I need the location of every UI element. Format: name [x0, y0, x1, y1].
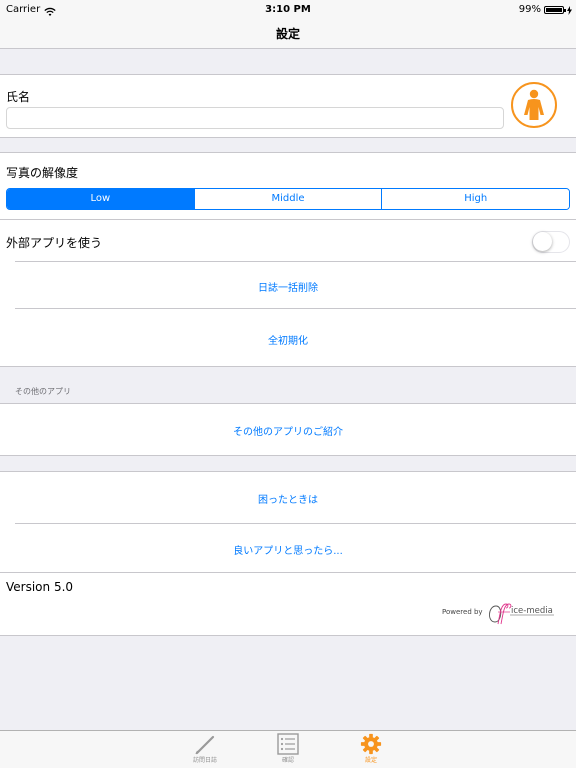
- photo-settings-section: 写真の解像度 Low Middle High 外部アプリを使う 日誌一括削除 全…: [0, 152, 576, 367]
- tab-settings[interactable]: 設定: [351, 733, 391, 764]
- version-label: Version 5.0: [6, 580, 74, 594]
- divider: [15, 308, 576, 309]
- resolution-segmented-control: Low Middle High: [6, 188, 570, 210]
- other-apps-intro-button[interactable]: その他のアプリのご紹介: [0, 423, 576, 438]
- tab-confirm[interactable]: 確認: [268, 733, 308, 764]
- divider: [15, 261, 576, 262]
- status-right: 99%: [519, 0, 572, 20]
- review-app-button[interactable]: 良いアプリと思ったら...: [0, 542, 576, 557]
- toggle-knob: [533, 232, 552, 251]
- divider: [0, 219, 576, 220]
- name-section: 氏名: [0, 74, 576, 138]
- trouble-help-button[interactable]: 困ったときは: [0, 491, 576, 506]
- tab-bar: 訪問日誌 確認 設定: [0, 730, 576, 768]
- delete-all-logs-button[interactable]: 日誌一括削除: [0, 279, 576, 294]
- powered-by-logo: Powered by ice-media: [442, 600, 562, 628]
- status-bar: Carrier 3:10 PM 99%: [0, 0, 576, 20]
- svg-text:ice-media: ice-media: [511, 606, 553, 616]
- battery-icon: [544, 6, 566, 14]
- resolution-option-high[interactable]: High: [381, 189, 569, 209]
- page-title: 設定: [275, 27, 300, 41]
- status-time: 3:10 PM: [265, 4, 311, 15]
- person-icon: [524, 89, 544, 120]
- tab-label: 訪問日誌: [192, 757, 217, 764]
- external-app-toggle[interactable]: [532, 231, 570, 253]
- external-app-label: 外部アプリを使う: [6, 236, 103, 250]
- resolution-option-low[interactable]: Low: [7, 189, 194, 209]
- charging-icon: [567, 5, 572, 15]
- footer-area: Version 5.0 Powered by ice-media: [0, 572, 576, 636]
- battery-percent: 99%: [518, 4, 541, 15]
- resolution-option-middle[interactable]: Middle: [193, 189, 382, 209]
- other-apps-section: その他のアプリのご紹介: [0, 403, 576, 456]
- tab-label: 設定: [364, 757, 377, 764]
- divider: [15, 523, 576, 524]
- office-media-logo: ice-media: [489, 603, 554, 625]
- photo-resolution-label: 写真の解像度: [6, 166, 79, 180]
- profile-avatar-button[interactable]: [511, 82, 557, 128]
- pencil-icon: [195, 735, 215, 755]
- other-apps-header: その他のアプリ: [15, 387, 71, 396]
- navigation-bar: 設定: [0, 20, 576, 49]
- tab-visit-log[interactable]: 訪問日誌: [185, 733, 225, 764]
- name-label: 氏名: [6, 90, 31, 104]
- name-input[interactable]: [6, 107, 504, 129]
- tab-label: 確認: [281, 757, 294, 764]
- list-icon: [277, 733, 299, 755]
- reset-all-button[interactable]: 全初期化: [0, 332, 576, 347]
- help-section: 困ったときは 良いアプリと思ったら... Version 5.0 Powered…: [0, 471, 576, 636]
- powered-by-label: Powered by: [442, 608, 483, 616]
- gear-icon: [360, 733, 382, 755]
